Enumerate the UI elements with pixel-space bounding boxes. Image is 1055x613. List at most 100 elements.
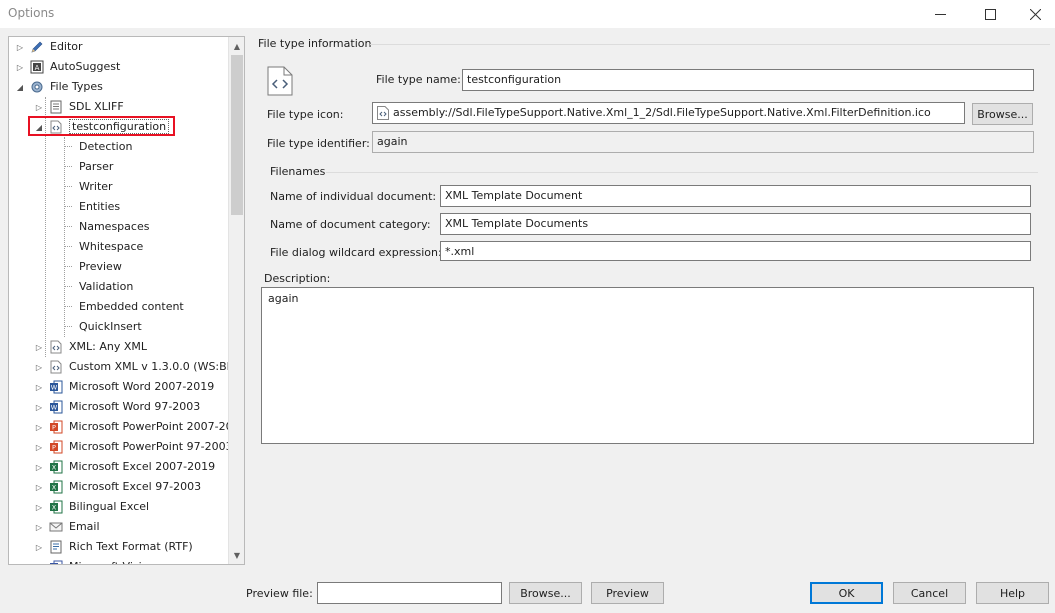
tree-item-label: SDL XLIFF <box>69 100 124 113</box>
expand-arrow-icon[interactable]: ▷ <box>16 43 24 52</box>
excel-icon: X <box>49 460 63 474</box>
email-icon <box>49 520 63 534</box>
expand-arrow-icon[interactable]: ▷ <box>35 503 43 512</box>
tree-item-microsoft-word-2007-2019[interactable]: ▷ W Microsoft Word 2007-2019 <box>9 377 229 397</box>
tree-item-writer[interactable]: Writer <box>9 177 229 197</box>
scroll-thumb[interactable] <box>231 55 243 215</box>
tree-item-label: Embedded content <box>79 300 184 313</box>
preview-file-input[interactable] <box>317 582 502 604</box>
tree-item-sdl-xliff[interactable]: ▷ SDL XLIFF <box>9 97 229 117</box>
description-textarea[interactable]: again <box>261 287 1034 444</box>
tree-item-validation[interactable]: Validation <box>9 277 229 297</box>
tree-item-email[interactable]: ▷ Email <box>9 517 229 537</box>
preview-button[interactable]: Preview <box>591 582 664 604</box>
tree-item-autosuggest[interactable]: ▷ A AutoSuggest <box>9 57 229 77</box>
expand-arrow-icon[interactable]: ▷ <box>35 103 43 112</box>
expand-arrow-icon[interactable]: ▷ <box>35 443 43 452</box>
svg-text:X: X <box>52 464 57 472</box>
tree-item-label: Rich Text Format (RTF) <box>69 540 193 553</box>
tree-item-microsoft-excel-97-2003[interactable]: ▷ X Microsoft Excel 97-2003 <box>9 477 229 497</box>
expand-arrow-icon[interactable]: ▷ <box>35 463 43 472</box>
tree-item-label: Microsoft Excel 2007-2019 <box>69 460 216 473</box>
preview-browse-button[interactable]: Browse... <box>509 582 582 604</box>
browse-icon-button[interactable]: Browse... <box>972 103 1033 125</box>
close-button[interactable] <box>1012 0 1055 28</box>
tree-scrollbar[interactable]: ▲ ▼ <box>228 37 244 564</box>
xml-file-icon <box>49 340 63 354</box>
tree-item-microsoft-powerpoint-97-2003[interactable]: ▷ P Microsoft PowerPoint 97-2003 <box>9 437 233 457</box>
expand-arrow-icon[interactable]: ▷ <box>35 523 43 532</box>
tree-item-label: Writer <box>79 180 113 193</box>
expand-arrow-icon[interactable]: ▷ <box>35 363 43 372</box>
tree-item-label: Editor <box>50 40 83 53</box>
scroll-down-button[interactable]: ▼ <box>229 547 245 563</box>
tree-item-entities[interactable]: Entities <box>9 197 229 217</box>
tree-item-quickinsert[interactable]: QuickInsert <box>9 317 229 337</box>
tree-item-label: Validation <box>79 280 134 293</box>
cancel-button[interactable]: Cancel <box>893 582 966 604</box>
visio-icon: V <box>49 560 63 566</box>
expand-arrow-icon[interactable]: ▷ <box>35 563 43 564</box>
file-type-name-input[interactable]: testconfiguration <box>462 69 1034 91</box>
tree-item-label: Custom XML v 1.3.0.0 (WS:BM <box>69 360 237 373</box>
tree-item-bilingual-excel[interactable]: ▷ X Bilingual Excel <box>9 497 229 517</box>
tree-item-xml-any-xml[interactable]: ▷ XML: Any XML <box>9 337 229 357</box>
svg-text:W: W <box>51 404 58 412</box>
tree-item-detection[interactable]: Detection <box>9 137 229 157</box>
expand-arrow-icon[interactable]: ▷ <box>35 423 43 432</box>
collapse-arrow-icon[interactable]: ◢ <box>16 83 24 92</box>
document-category-input[interactable]: XML Template Documents <box>440 213 1031 235</box>
tree-item-label: QuickInsert <box>79 320 142 333</box>
tree-item-microsoft-excel-2007-2019[interactable]: ▷ X Microsoft Excel 2007-2019 <box>9 457 229 477</box>
help-button[interactable]: Help <box>976 582 1049 604</box>
close-icon <box>1029 8 1041 20</box>
excel-icon: X <box>49 500 63 514</box>
scroll-up-button[interactable]: ▲ <box>229 38 245 54</box>
svg-text:X: X <box>52 504 57 512</box>
expand-arrow-icon[interactable]: ▷ <box>35 543 43 552</box>
tree-item-label: Bilingual Excel <box>69 500 150 513</box>
expand-arrow-icon[interactable]: ▷ <box>35 383 43 392</box>
expand-arrow-icon[interactable]: ▷ <box>35 403 43 412</box>
tree-item-microsoft-powerpoint-2007-20[interactable]: ▷ P Microsoft PowerPoint 2007-20 <box>9 417 233 437</box>
file-type-info-heading: File type information <box>258 37 372 50</box>
tree-item-editor[interactable]: ▷ Editor <box>9 37 229 57</box>
wildcard-expression-input[interactable]: *.xml <box>440 241 1031 261</box>
document-category-label: Name of document category: <box>270 218 431 231</box>
tree-item-rich-text-format-rtf[interactable]: ▷ Rich Text Format (RTF) <box>9 537 229 557</box>
tree-item-namespaces[interactable]: Namespaces <box>9 217 229 237</box>
expand-arrow-icon[interactable]: ▷ <box>35 343 43 352</box>
expand-arrow-icon[interactable]: ▷ <box>16 63 24 72</box>
pencil-icon <box>30 40 44 54</box>
options-tree[interactable]: ▷ Editor ▷ A AutoSuggest ◢ File Types ▷ SDL XLIF… <box>8 36 245 565</box>
tree-item-label: Namespaces <box>79 220 150 233</box>
maximize-button[interactable] <box>967 0 1013 28</box>
individual-document-input[interactable]: XML Template Document <box>440 185 1031 207</box>
settings-pane: File type information File type name: te… <box>250 36 1055 565</box>
tree-item-custom-xml-v-1-3-0-0-ws-bm[interactable]: ▷ Custom XML v 1.3.0.0 (WS:BM <box>9 357 236 377</box>
tree-item-microsoft-visio[interactable]: ▷ V Microsoft Visio <box>9 557 229 566</box>
tree-item-embedded-content[interactable]: Embedded content <box>9 297 229 317</box>
tree-item-file-types[interactable]: ◢ File Types <box>9 77 229 97</box>
svg-text:V: V <box>52 564 57 566</box>
tree-item-parser[interactable]: Parser <box>9 157 229 177</box>
minimize-button[interactable] <box>917 0 963 28</box>
wildcard-expression-label: File dialog wildcard expression: <box>270 246 442 259</box>
expand-arrow-icon[interactable]: ▷ <box>35 483 43 492</box>
gear-icon <box>30 80 44 94</box>
tree-item-whitespace[interactable]: Whitespace <box>9 237 229 257</box>
word-icon: W <box>49 400 63 414</box>
tree-item-label: Email <box>69 520 100 533</box>
file-type-icon-input[interactable]: assembly://Sdl.FileTypeSupport.Native.Xm… <box>372 102 965 124</box>
triangle-up-icon: ▲ <box>233 41 241 51</box>
minimize-icon <box>934 13 946 15</box>
svg-text:X: X <box>52 484 57 492</box>
ok-button[interactable]: OK <box>810 582 883 604</box>
tree-item-microsoft-word-97-2003[interactable]: ▷ W Microsoft Word 97-2003 <box>9 397 229 417</box>
tree-item-label: Preview <box>79 260 122 273</box>
tree-item-preview[interactable]: Preview <box>9 257 229 277</box>
group-divider <box>370 44 1050 45</box>
file-type-identifier-input[interactable]: again <box>372 131 1034 153</box>
dialog-footer: Preview file: Browse... Preview OK Cance… <box>0 568 1055 613</box>
xml-file-icon <box>267 66 293 96</box>
